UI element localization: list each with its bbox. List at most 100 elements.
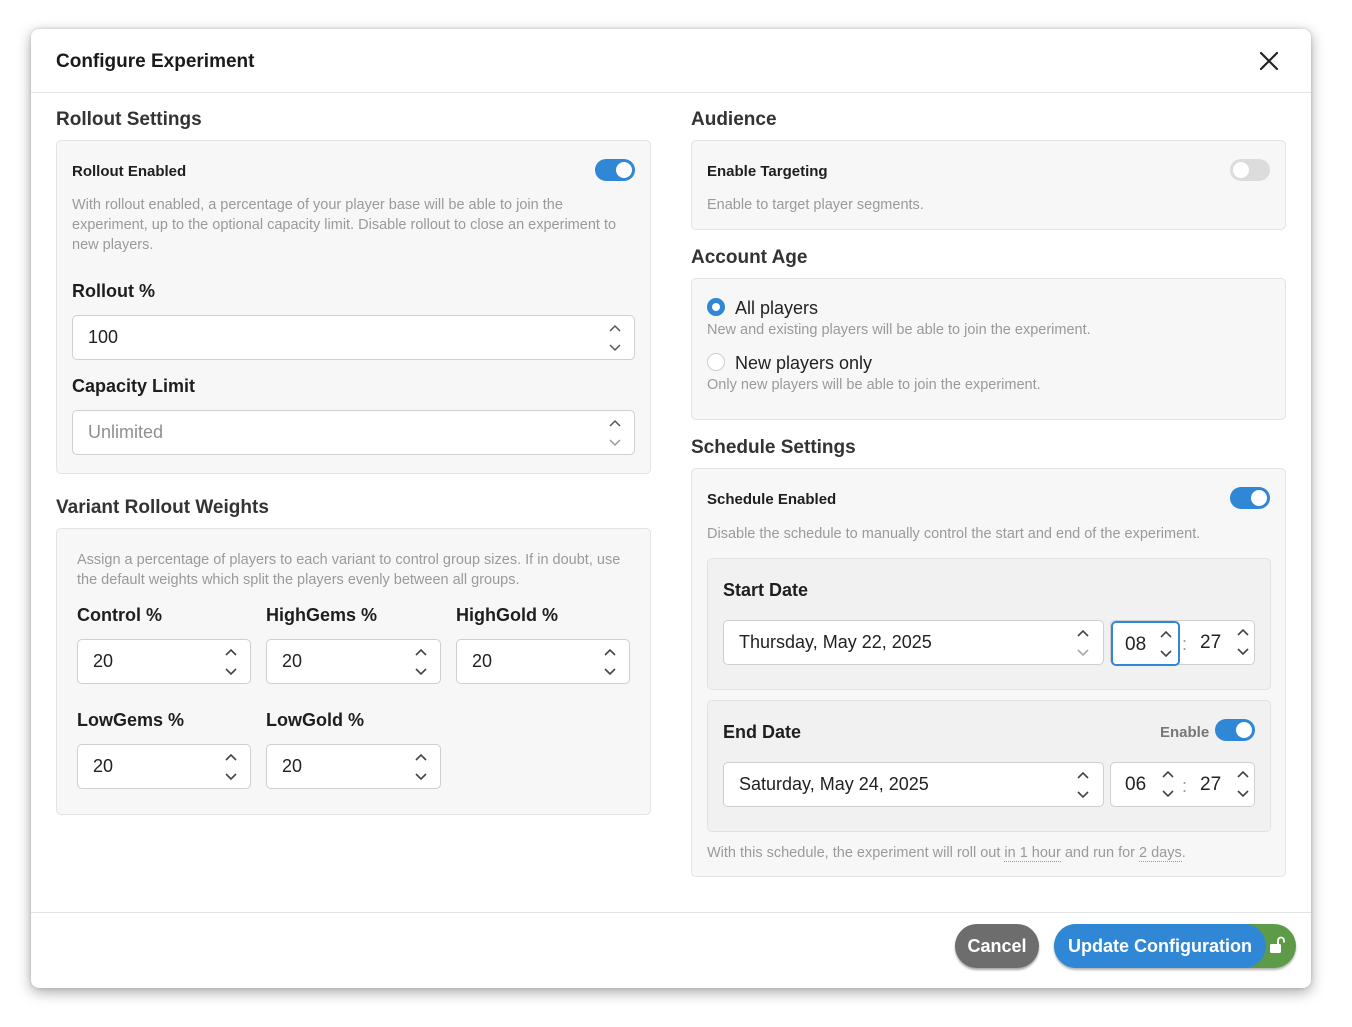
schedule-summary-middle: and run for (1060, 845, 1140, 861)
end-date-picker[interactable]: Saturday, May 24, 2025 (723, 762, 1104, 807)
variant-label-highgold: HighGold % (456, 605, 558, 625)
chevron-down-icon (1160, 650, 1172, 658)
chevron-up-icon (225, 648, 237, 656)
schedule-summary-duration: 2 days (1139, 845, 1182, 862)
start-time-picker: 08 : 27 (1110, 620, 1255, 666)
schedule-settings-title: Schedule Settings (691, 437, 856, 458)
variant-input-highgems[interactable]: 20 (266, 639, 441, 684)
variant-weights-panel: Assign a percentage of players to each v… (56, 528, 651, 815)
start-hour-field[interactable]: 08 (1111, 621, 1180, 666)
schedule-summary-rollout: in 1 hour (1004, 845, 1061, 862)
end-minute-field[interactable]: 27 (1187, 767, 1255, 801)
cancel-button[interactable]: Cancel (955, 924, 1039, 968)
chevron-down-icon (1237, 790, 1249, 798)
rollout-description: With rollout enabled, a percentage of yo… (72, 197, 617, 253)
start-date-label: Start Date (723, 580, 809, 600)
schedule-enabled-toggle[interactable] (1230, 487, 1270, 509)
end-minute-stepper[interactable] (1235, 767, 1251, 801)
schedule-enabled-label: Schedule Enabled (707, 491, 837, 508)
variant-stepper[interactable] (413, 645, 429, 679)
new-players-description: Only new players will be able to join th… (707, 377, 1041, 393)
toggle-knob (616, 162, 632, 178)
variant-label-lowgems: LowGems % (77, 710, 185, 730)
schedule-summary-prefix: With this schedule, the experiment will … (707, 845, 1005, 861)
end-hour-stepper[interactable] (1160, 767, 1176, 801)
chevron-down-icon (1162, 790, 1174, 798)
capacity-limit-stepper[interactable] (607, 416, 623, 450)
configure-experiment-dialog: Configure Experiment Rollout Settings Ro… (31, 29, 1311, 988)
capacity-limit-input[interactable]: Unlimited (72, 410, 635, 455)
schedule-settings-panel: Schedule Enabled Disable the schedule to… (691, 468, 1286, 877)
variant-input-lowgold[interactable]: 20 (266, 744, 441, 789)
chevron-up-icon (415, 648, 427, 656)
start-minute-field[interactable]: 27 (1187, 625, 1255, 659)
end-date-value: Saturday, May 24, 2025 (739, 774, 929, 794)
variant-input-lowgems[interactable]: 20 (77, 744, 251, 789)
variant-stepper[interactable] (223, 750, 239, 784)
variant-label-highgems: HighGems % (266, 605, 378, 625)
new-players-radio[interactable] (707, 353, 725, 371)
update-configuration-button[interactable]: Update Configuration (1054, 924, 1266, 968)
start-date-picker[interactable]: Thursday, May 22, 2025 (723, 620, 1104, 665)
all-players-description: New and existing players will be able to… (707, 322, 1091, 338)
end-hour-field[interactable]: 06 (1111, 767, 1180, 801)
chevron-up-icon (225, 753, 237, 761)
end-date-panel: End Date Enable Saturday, May 24, 2025 0… (707, 700, 1271, 832)
chevron-down-icon (1077, 649, 1089, 657)
variant-weights-title: Variant Rollout Weights (56, 497, 269, 518)
end-date-enable-toggle[interactable] (1215, 719, 1255, 741)
variant-input-control[interactable]: 20 (77, 639, 251, 684)
rollout-settings-title: Rollout Settings (56, 109, 202, 130)
start-date-value: Thursday, May 22, 2025 (739, 632, 932, 652)
chevron-down-icon (1237, 648, 1249, 656)
rollout-percent-stepper[interactable] (607, 321, 623, 355)
rollout-percent-input[interactable]: 100 (72, 315, 635, 360)
end-minute-value: 27 (1200, 774, 1222, 795)
end-hour-value: 06 (1125, 774, 1147, 795)
start-hour-value: 08 (1125, 634, 1147, 655)
all-players-label[interactable]: All players (735, 298, 818, 319)
chevron-down-icon (609, 344, 621, 352)
schedule-description: Disable the schedule to manually control… (707, 526, 1201, 542)
update-configuration-group: Update Configuration (1054, 924, 1296, 968)
start-hour-stepper[interactable] (1158, 627, 1174, 661)
rollout-enabled-label: Rollout Enabled (72, 163, 187, 180)
end-date-enable-label: Enable (1160, 724, 1210, 741)
variant-value: 20 (472, 651, 493, 671)
rollout-percent-label: Rollout % (72, 281, 155, 301)
rollout-percent-value: 100 (88, 327, 119, 347)
chevron-down-icon (604, 668, 616, 676)
account-age-title: Account Age (691, 247, 808, 268)
targeting-description: Enable to target player segments. (707, 197, 924, 213)
start-date-stepper[interactable] (1075, 626, 1091, 660)
chevron-up-icon (1160, 630, 1172, 638)
all-players-radio[interactable] (707, 298, 725, 316)
dialog-title: Configure Experiment (56, 51, 255, 72)
variant-stepper[interactable] (223, 645, 239, 679)
close-button[interactable] (1255, 47, 1283, 75)
variant-value: 20 (93, 756, 114, 776)
rollout-enabled-toggle[interactable] (595, 159, 635, 181)
end-date-stepper[interactable] (1075, 768, 1091, 802)
variant-input-highgold[interactable]: 20 (456, 639, 630, 684)
variant-stepper[interactable] (602, 645, 618, 679)
chevron-up-icon (609, 419, 621, 427)
variant-stepper[interactable] (413, 750, 429, 784)
chevron-down-icon (225, 773, 237, 781)
rollout-settings-panel: Rollout Enabled With rollout enabled, a … (56, 140, 651, 474)
lock-open-icon[interactable] (1268, 935, 1286, 955)
toggle-knob (1251, 490, 1267, 506)
enable-targeting-label: Enable Targeting (707, 163, 828, 180)
chevron-up-icon (1077, 629, 1089, 637)
new-players-label[interactable]: New players only (735, 353, 872, 374)
audience-title: Audience (691, 109, 777, 130)
dialog-footer: Cancel Update Configuration (31, 912, 1311, 988)
chevron-up-icon (415, 753, 427, 761)
chevron-up-icon (604, 648, 616, 656)
enable-targeting-toggle[interactable] (1230, 159, 1270, 181)
variant-value: 20 (93, 651, 114, 671)
chevron-up-icon (1237, 770, 1249, 778)
chevron-down-icon (415, 773, 427, 781)
start-minute-stepper[interactable] (1235, 625, 1251, 659)
toggle-knob (1236, 722, 1252, 738)
